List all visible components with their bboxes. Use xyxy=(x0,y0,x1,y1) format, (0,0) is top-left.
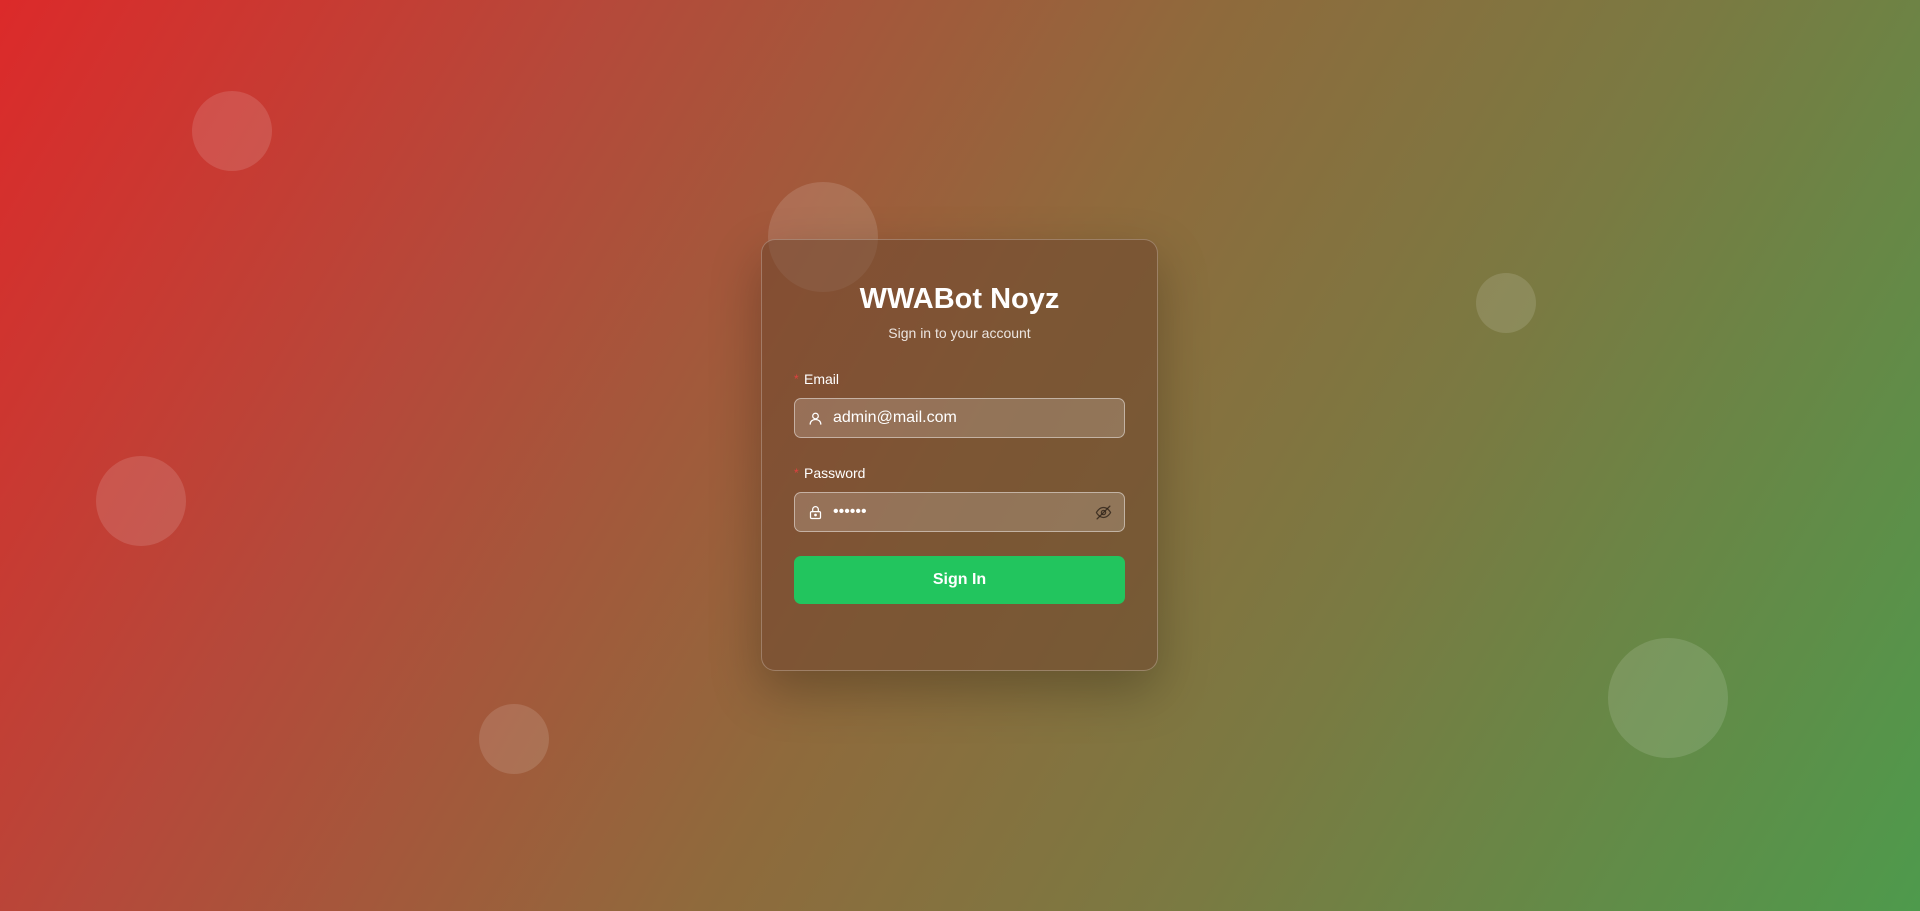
email-label-text: Email xyxy=(804,371,840,387)
decorative-bubble xyxy=(192,91,272,171)
page-subtitle: Sign in to your account xyxy=(888,325,1031,341)
decorative-bubble xyxy=(1476,273,1536,333)
login-card: WWABot Noyz Sign in to your account * Em… xyxy=(761,239,1158,671)
decorative-bubble xyxy=(96,456,186,546)
decorative-bubble xyxy=(1608,638,1728,758)
password-input[interactable] xyxy=(833,493,1094,531)
password-field[interactable] xyxy=(794,492,1125,532)
eye-off-icon[interactable] xyxy=(1094,503,1112,521)
sign-in-button[interactable]: Sign In xyxy=(794,556,1125,604)
page-title: WWABot Noyz xyxy=(859,283,1060,315)
password-label: * Password xyxy=(794,464,1125,482)
email-input[interactable] xyxy=(833,399,1112,437)
lock-icon xyxy=(807,504,823,520)
email-label: * Email xyxy=(794,370,1125,388)
email-field[interactable] xyxy=(794,398,1125,438)
password-label-text: Password xyxy=(804,465,866,481)
user-icon xyxy=(807,410,823,426)
required-mark: * xyxy=(794,466,799,480)
required-mark: * xyxy=(794,372,799,386)
decorative-bubble xyxy=(479,704,549,774)
